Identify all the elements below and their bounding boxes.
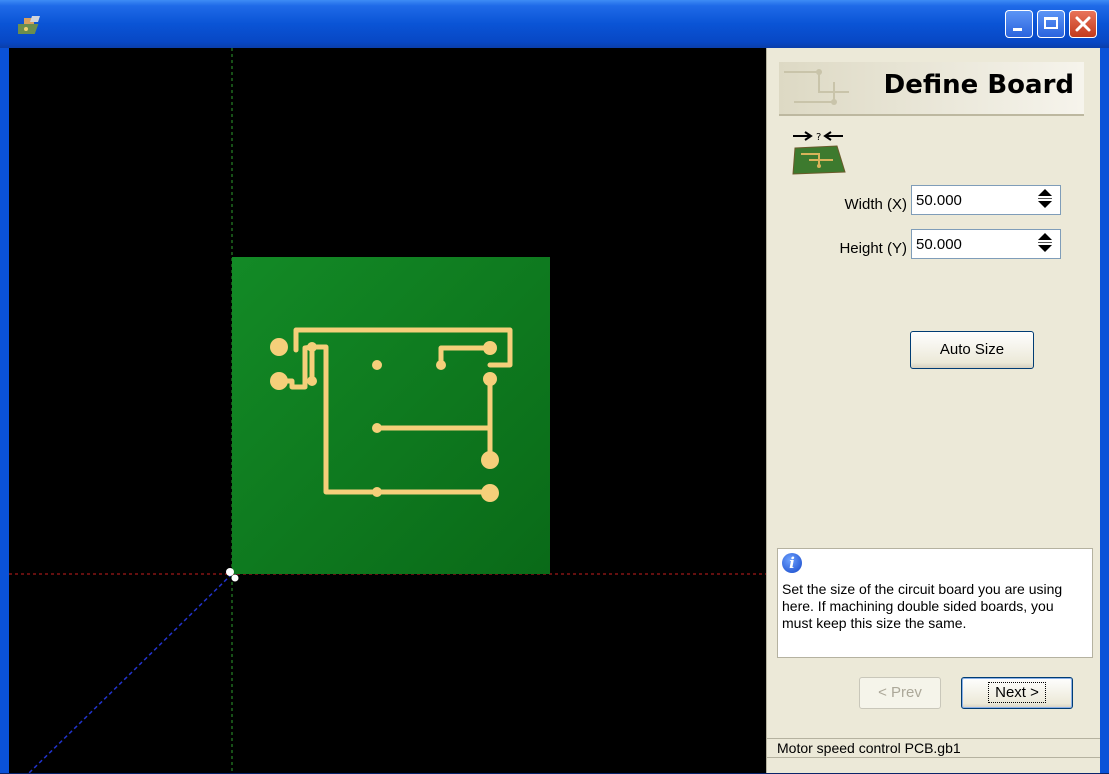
status-bar: Motor speed control PCB.gb1 bbox=[767, 738, 1101, 774]
width-label: Width (X) bbox=[844, 196, 907, 213]
width-spinner[interactable] bbox=[1036, 187, 1054, 213]
canvas-drawing bbox=[9, 48, 766, 773]
prev-button[interactable]: < Prev bbox=[859, 677, 941, 709]
spin-down-icon[interactable] bbox=[1038, 245, 1052, 252]
next-button[interactable]: Next > bbox=[961, 677, 1073, 709]
board-canvas[interactable] bbox=[9, 48, 766, 773]
window-frame-left bbox=[0, 48, 9, 773]
height-spinner[interactable] bbox=[1036, 231, 1054, 257]
define-board-panel: Define Board ? Width (X) Height (Y) Auto… bbox=[766, 48, 1101, 773]
application-window: Define Board ? Width (X) Height (Y) Auto… bbox=[0, 0, 1109, 773]
prev-label: < Prev bbox=[878, 684, 922, 701]
file-name: Motor speed control PCB.gb1 bbox=[777, 740, 961, 756]
info-icon: i bbox=[782, 553, 802, 573]
app-icon[interactable] bbox=[18, 14, 46, 36]
info-box: i Set the size of the circuit board you … bbox=[777, 548, 1093, 658]
auto-size-button[interactable]: Auto Size bbox=[910, 331, 1034, 369]
minimize-button[interactable] bbox=[1005, 10, 1033, 38]
circuit-decoration-icon bbox=[784, 69, 849, 105]
spin-up-icon[interactable] bbox=[1038, 189, 1052, 196]
panel-banner: Define Board bbox=[779, 62, 1084, 116]
height-label: Height (Y) bbox=[839, 240, 907, 257]
panel-heading: Define Board bbox=[883, 70, 1074, 100]
svg-text:?: ? bbox=[816, 132, 821, 143]
auto-size-label: Auto Size bbox=[939, 341, 1005, 358]
next-label: Next > bbox=[988, 682, 1046, 703]
info-text: Set the size of the circuit board you ar… bbox=[782, 581, 1063, 631]
window-frame-right bbox=[1100, 48, 1109, 773]
spin-down-icon[interactable] bbox=[1038, 201, 1052, 208]
pcb-board bbox=[232, 257, 550, 574]
close-button[interactable] bbox=[1069, 10, 1097, 38]
title-bar[interactable] bbox=[0, 0, 1109, 48]
board-size-icon: ? bbox=[792, 131, 846, 175]
spin-up-icon[interactable] bbox=[1038, 233, 1052, 240]
z-axis-line bbox=[28, 573, 233, 773]
maximize-button[interactable] bbox=[1037, 10, 1065, 38]
close-icon bbox=[1075, 16, 1091, 32]
